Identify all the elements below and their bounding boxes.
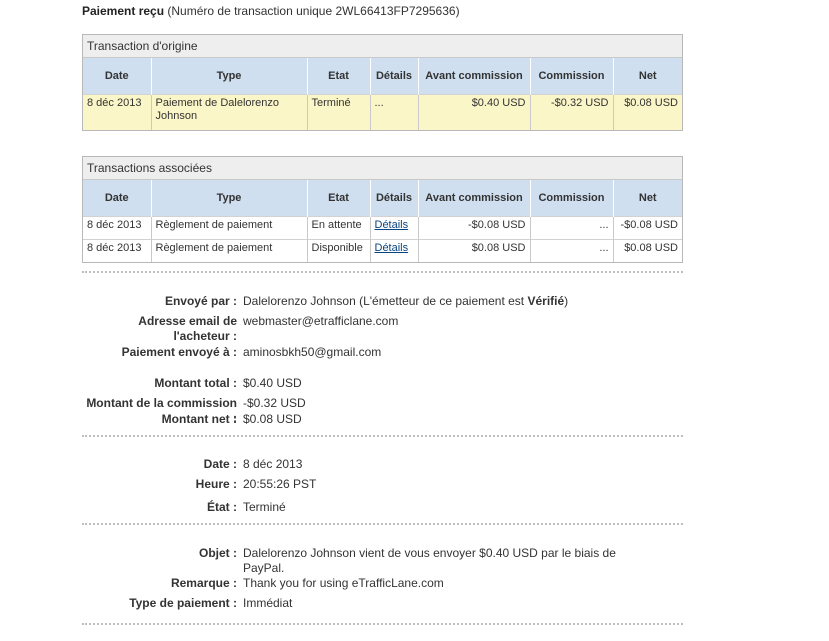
net-value: $0.08 USD — [243, 412, 302, 426]
payment-type-value: Immédiat — [243, 596, 293, 610]
cell-state: En attente — [307, 216, 371, 240]
sent-by-label: Envoyé par : — [164, 294, 237, 308]
table-row: 8 déc 2013 Règlement de paiement Disponi… — [83, 239, 682, 262]
cell-fee: -$0.32 USD — [530, 94, 614, 130]
table-row: 8 déc 2013 Règlement de paiement En atte… — [83, 216, 682, 240]
cell-fee: ... — [530, 239, 614, 262]
related-transactions-panel: Transactions associées Date Type Etat Dé… — [82, 156, 683, 263]
col-fee: Commission — [530, 180, 614, 217]
cell-state: Terminé — [307, 94, 371, 130]
col-type: Type — [151, 180, 308, 217]
original-transaction-panel: Transaction d'origine Date Type Etat Dét… — [82, 34, 683, 131]
cell-details: Détails — [370, 239, 419, 262]
table-row: 8 déc 2013 Paiement de Dalelorenzo Johns… — [83, 94, 682, 130]
sender-status: Vérifié — [527, 294, 565, 308]
subject-label: Objet : — [199, 546, 237, 560]
cell-date: 8 déc 2013 — [83, 94, 152, 130]
col-date: Date — [83, 180, 152, 217]
cell-state: Disponible — [307, 239, 371, 262]
cell-details: Détails — [370, 216, 419, 240]
date-label: Date : — [203, 457, 237, 471]
sent-by-value: Dalelorenzo Johnson (L'émetteur de ce pa… — [243, 294, 673, 309]
related-transactions-heading: Transactions associées — [83, 157, 682, 180]
cell-net: -$0.08 USD — [613, 216, 682, 240]
transaction-id: (Numéro de transaction unique 2WL66413FP… — [167, 4, 460, 18]
sent-to-label: Paiement envoyé à : — [121, 345, 237, 359]
buyer-email: webmaster@etrafficlane.com — [243, 314, 399, 328]
section-divider — [82, 523, 683, 525]
time-value: 20:55:26 PST — [243, 477, 317, 491]
cell-gross: -$0.08 USD — [418, 216, 531, 240]
related-transactions-table: Date Type Etat Détails Avant commission … — [83, 180, 682, 262]
col-details: Détails — [370, 58, 419, 95]
cell-date: 8 déc 2013 — [83, 239, 152, 262]
subject-value: Dalelorenzo Johnson vient de vous envoye… — [243, 546, 616, 575]
buyer-email-label: Adresse email de l'acheteur : — [138, 314, 237, 343]
col-net: Net — [613, 58, 682, 95]
net-label: Montant net : — [161, 412, 237, 426]
col-net: Net — [613, 180, 682, 217]
original-transaction-table: Date Type Etat Détails Avant commission … — [83, 58, 682, 130]
details-link[interactable]: Détails — [375, 219, 409, 231]
note-label: Remarque : — [170, 576, 237, 590]
page-title-main: Paiement reçu — [82, 4, 165, 18]
col-details: Détails — [370, 180, 419, 217]
note-value: Thank you for using eTrafficLane.com — [243, 576, 444, 590]
cell-gross: $0.40 USD — [418, 94, 531, 130]
sent-to-email: aminosbkh50@gmail.com — [243, 345, 382, 359]
table-header-row: Date Type Etat Détails Avant commission … — [83, 58, 682, 95]
state-label: État : — [207, 500, 237, 514]
total-label: Montant total : — [154, 376, 237, 390]
cell-date: 8 déc 2013 — [83, 216, 152, 240]
table-header-row: Date Type Etat Détails Avant commission … — [83, 180, 682, 217]
col-gross: Avant commission — [418, 180, 531, 217]
col-date: Date — [83, 58, 152, 95]
cell-fee: ... — [530, 216, 614, 240]
col-state: Etat — [307, 180, 371, 217]
total-value: $0.40 USD — [243, 376, 302, 390]
section-divider — [82, 435, 683, 437]
sender-note: (L'émetteur de ce paiement est — [359, 294, 525, 308]
cell-type: Règlement de paiement — [151, 239, 308, 262]
state-value: Terminé — [243, 500, 286, 514]
date-value: 8 déc 2013 — [243, 457, 303, 471]
col-type: Type — [151, 58, 308, 95]
original-transaction-heading: Transaction d'origine — [83, 35, 682, 58]
sender-note-end: ) — [564, 294, 569, 308]
col-gross: Avant commission — [418, 58, 531, 95]
payment-type-label: Type de paiement : — [129, 596, 237, 610]
details-link[interactable]: Détails — [375, 242, 409, 254]
cell-net: $0.08 USD — [613, 239, 682, 262]
section-divider — [82, 271, 683, 273]
fee-value: -$0.32 USD — [243, 396, 306, 410]
cell-net: $0.08 USD — [613, 94, 682, 130]
time-label: Heure : — [195, 477, 237, 491]
section-divider — [82, 623, 683, 625]
col-state: Etat — [307, 58, 371, 95]
page-title: Paiement reçu (Numéro de transaction uni… — [82, 4, 460, 18]
cell-details: ... — [370, 94, 419, 130]
cell-type: Règlement de paiement — [151, 216, 308, 240]
col-fee: Commission — [530, 58, 614, 95]
cell-gross: $0.08 USD — [418, 239, 531, 262]
cell-type: Paiement de Dalelorenzo Johnson — [151, 94, 308, 130]
sender-name: Dalelorenzo Johnson — [243, 294, 356, 308]
